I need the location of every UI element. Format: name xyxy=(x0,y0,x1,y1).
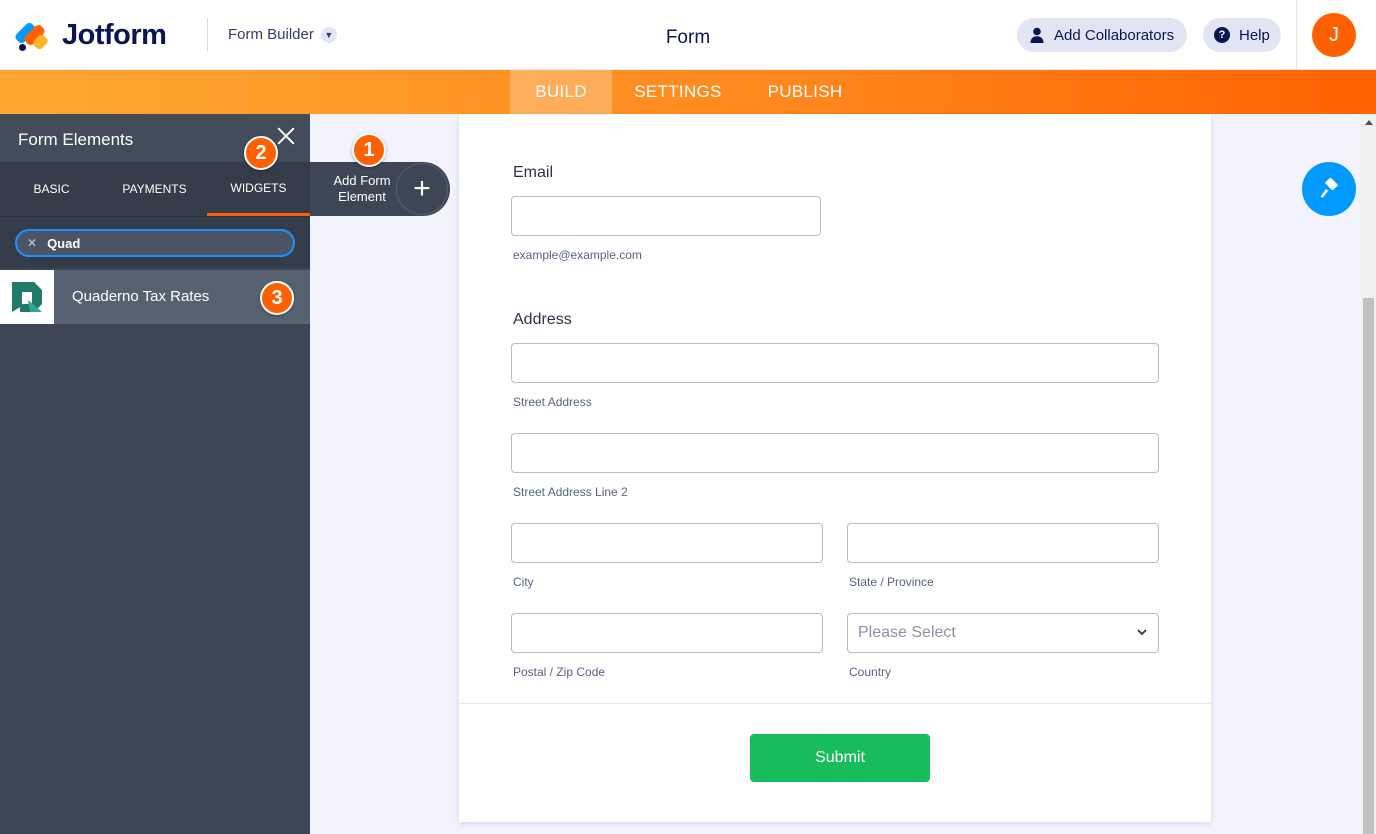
tab-build[interactable]: BUILD xyxy=(510,70,612,114)
postal-code-sublabel: Postal / Zip Code xyxy=(513,665,606,679)
page-title[interactable]: Form xyxy=(666,27,710,48)
add-form-element-button[interactable]: Add Form Element + xyxy=(310,162,450,216)
avatar[interactable]: J xyxy=(1312,13,1356,57)
tab-basic[interactable]: BASIC xyxy=(0,162,103,216)
step-badge-3: 3 xyxy=(260,281,294,315)
email-field[interactable] xyxy=(511,196,821,236)
panel-title: Form Elements xyxy=(18,130,134,149)
street-address-line2-field[interactable] xyxy=(511,433,1159,473)
page-scrollbar[interactable] xyxy=(1361,114,1376,834)
step-badge-1: 1 xyxy=(352,133,386,167)
form-card: Email example@example.com Address Street… xyxy=(459,114,1211,822)
add-form-element-label: Add Form Element xyxy=(333,173,391,204)
builder-nav: BUILD SETTINGS PUBLISH xyxy=(0,70,1376,114)
country-sublabel: Country xyxy=(849,665,892,679)
chevron-down-icon xyxy=(1137,629,1147,636)
clear-search-icon[interactable]: ✕ xyxy=(27,236,37,250)
street-address-sublabel: Street Address xyxy=(513,395,592,409)
user-icon xyxy=(1030,27,1044,43)
jotform-logo[interactable]: Jotform xyxy=(13,19,167,52)
tab-settings[interactable]: SETTINGS xyxy=(622,70,734,114)
scroll-up-icon[interactable] xyxy=(1365,120,1373,125)
email-sublabel: example@example.com xyxy=(513,248,642,262)
question-icon: ? xyxy=(1214,27,1230,43)
logo-text: Jotform xyxy=(62,19,167,51)
street-address-field[interactable] xyxy=(511,343,1159,383)
jotform-logo-icon xyxy=(13,20,50,52)
search-input[interactable] xyxy=(47,235,268,251)
form-builder-menu[interactable]: Form Builder ▼ xyxy=(228,26,337,43)
paint-roller-icon xyxy=(1320,177,1338,198)
city-field[interactable] xyxy=(511,523,823,563)
street-address-line2-sublabel: Street Address Line 2 xyxy=(513,485,628,499)
country-placeholder: Please Select xyxy=(858,624,956,641)
submit-button[interactable]: Submit xyxy=(750,734,930,782)
state-sublabel: State / Province xyxy=(849,575,934,589)
header-divider-right xyxy=(1296,0,1297,70)
step-badge-2: 2 xyxy=(244,136,278,170)
country-select[interactable]: Please Select xyxy=(847,613,1159,653)
add-collaborators-button[interactable]: Add Collaborators xyxy=(1017,18,1187,52)
form-builder-label: Form Builder xyxy=(228,26,314,43)
close-icon[interactable] xyxy=(274,124,298,148)
help-button[interactable]: ? Help xyxy=(1203,18,1281,52)
search-box: ✕ xyxy=(15,229,295,257)
plus-icon: + xyxy=(396,163,448,215)
help-label: Help xyxy=(1239,26,1270,44)
form-designer-button[interactable] xyxy=(1302,162,1356,216)
search-area: ✕ xyxy=(0,216,310,268)
tab-publish[interactable]: PUBLISH xyxy=(754,70,856,114)
tab-payments[interactable]: PAYMENTS xyxy=(103,162,206,216)
quaderno-logo-icon xyxy=(0,270,54,324)
top-header: Jotform Form Builder ▼ Form Add Collabor… xyxy=(0,0,1376,70)
postal-code-field[interactable] xyxy=(511,613,823,653)
chevron-down-icon: ▼ xyxy=(320,26,337,43)
state-field[interactable] xyxy=(847,523,1159,563)
panel-tabs: BASIC PAYMENTS WIDGETS xyxy=(0,162,310,216)
divider xyxy=(459,703,1211,704)
add-collaborators-label: Add Collaborators xyxy=(1054,26,1175,44)
tab-widgets[interactable]: WIDGETS xyxy=(207,162,310,216)
form-elements-panel: Form Elements BASIC PAYMENTS WIDGETS ✕ Q… xyxy=(0,114,310,834)
scrollbar-thumb[interactable] xyxy=(1363,298,1374,834)
widget-result-label: Quaderno Tax Rates xyxy=(72,288,210,305)
city-sublabel: City xyxy=(513,575,534,589)
email-label: Email xyxy=(513,164,554,181)
header-divider xyxy=(207,18,208,51)
address-label: Address xyxy=(513,311,572,328)
